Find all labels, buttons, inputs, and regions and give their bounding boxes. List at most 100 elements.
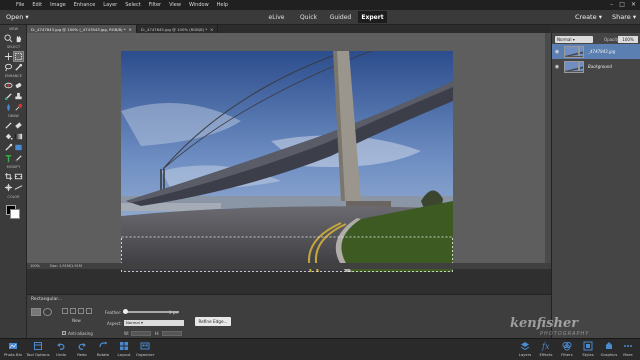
effects-icon: fx xyxy=(541,342,550,351)
paint-bucket-icon[interactable] xyxy=(4,132,13,141)
rect-marquee-option[interactable] xyxy=(31,308,41,316)
minimize-button[interactable]: – xyxy=(610,1,613,8)
menu-bar: File Edit Image Enhance Layer Select Fil… xyxy=(0,0,640,10)
menu-layer[interactable]: Layer xyxy=(103,2,117,8)
refine-edge-button[interactable]: Refine Edge... xyxy=(195,317,231,326)
crop-tool-icon[interactable] xyxy=(4,172,13,181)
blend-mode-select[interactable]: Normal ▾ xyxy=(555,36,593,43)
chevron-down-icon: ▾ xyxy=(632,13,637,21)
layer-thumbnail xyxy=(564,45,584,58)
brush-tool-icon[interactable] xyxy=(4,121,13,130)
blur-tool-icon[interactable] xyxy=(4,103,13,112)
group-label-modify: MODIFY xyxy=(6,165,21,169)
group-label-enhance: ENHANCE xyxy=(4,74,23,78)
close-icon[interactable]: ✕ xyxy=(129,27,132,32)
new-selection-icon[interactable] xyxy=(62,308,68,314)
maximize-button[interactable]: □ xyxy=(619,1,625,8)
hand-tool-icon[interactable] xyxy=(14,34,23,43)
watermark-logo: kenfisher xyxy=(510,316,579,331)
content-aware-move-icon[interactable] xyxy=(4,183,13,192)
menu-view[interactable]: View xyxy=(169,2,181,8)
color-picker-icon[interactable] xyxy=(4,143,13,152)
status-bar: 100% Doc: 1.91M/1.91M xyxy=(27,263,551,269)
tab-guided[interactable]: Guided xyxy=(326,11,355,23)
doc-tab-label: D:_4747843.jpg @ 100% (_4747843.jpg, RGB… xyxy=(31,26,126,32)
bridge-photo[interactable] xyxy=(121,51,453,272)
lasso-tool-icon[interactable] xyxy=(4,63,13,72)
rectangular-marquee-icon[interactable] xyxy=(13,51,24,62)
rotate-label: Rotate xyxy=(96,352,110,357)
chevron-down-icon: ▾ xyxy=(598,13,602,21)
more-icon xyxy=(624,345,632,347)
menu-window[interactable]: Window xyxy=(189,2,209,8)
menu-help[interactable]: Help xyxy=(217,2,228,8)
menu-enhance[interactable]: Enhance xyxy=(74,2,96,8)
create-button[interactable]: Create ▾ xyxy=(575,13,602,21)
aspect-select[interactable]: Normal ▾ xyxy=(124,320,184,326)
layer-row[interactable]: ◉ _4747843.jpg xyxy=(552,44,640,59)
menu-file[interactable]: File xyxy=(16,2,24,8)
sponge-tool-icon[interactable] xyxy=(14,103,23,112)
menu-select[interactable]: Select xyxy=(125,2,140,8)
background-color-swatch[interactable] xyxy=(10,209,20,219)
move-tool-icon[interactable] xyxy=(4,52,13,61)
close-icon[interactable]: ✕ xyxy=(210,27,213,32)
organizer-icon xyxy=(140,342,150,350)
spot-healing-icon[interactable] xyxy=(14,81,23,90)
straighten-tool-icon[interactable] xyxy=(14,183,23,192)
menu-edit[interactable]: Edit xyxy=(32,2,42,8)
quick-selection-icon[interactable] xyxy=(14,63,23,72)
feather-slider-handle[interactable] xyxy=(123,309,128,314)
graphics-icon xyxy=(606,342,612,349)
organizer-button[interactable]: Organizer xyxy=(133,341,157,357)
zoom-level[interactable]: 100% xyxy=(30,264,40,268)
clone-stamp-icon[interactable] xyxy=(14,92,23,101)
layer-row[interactable]: ◉ Background xyxy=(552,59,640,74)
menu-filter[interactable]: Filter xyxy=(149,2,161,8)
zoom-tool-icon[interactable] xyxy=(4,34,13,43)
layer-name: _4747843.jpg xyxy=(588,49,616,54)
tab-quick[interactable]: Quick xyxy=(294,11,323,23)
opacity-field[interactable]: 100% xyxy=(618,36,638,43)
more-button[interactable]: More xyxy=(616,341,640,357)
group-label-select: SELECT xyxy=(6,45,21,49)
share-button[interactable]: Share ▾ xyxy=(612,13,636,21)
eye-icon[interactable]: ◉ xyxy=(552,49,562,55)
anti-aliasing-checkbox[interactable] xyxy=(62,331,66,335)
open-button[interactable]: Open ▾ xyxy=(6,13,29,21)
doc-tab-2[interactable]: D:_4747845.jpg @ 100% (RGB/8) * ✕ xyxy=(137,25,219,33)
doc-tab-1[interactable]: D:_4747843.jpg @ 100% (_4747843.jpg, RGB… xyxy=(27,25,137,33)
open-label: Open xyxy=(6,13,24,21)
close-button[interactable]: ✕ xyxy=(631,1,636,8)
red-eye-icon[interactable] xyxy=(4,81,13,90)
feather-label: Feather: xyxy=(105,310,122,315)
menu-image[interactable]: Image xyxy=(50,2,66,8)
window-controls: – □ ✕ xyxy=(610,1,636,8)
shape-tool-icon[interactable] xyxy=(14,143,23,152)
intersect-selection-icon[interactable] xyxy=(86,308,92,314)
graphics-label: Graphics xyxy=(600,352,618,357)
tab-elive[interactable]: eLive xyxy=(262,11,291,23)
pencil-tool-icon[interactable] xyxy=(14,154,23,163)
tab-expert[interactable]: Expert xyxy=(358,11,387,23)
watermark-subtitle: PHOTOGRAPHY xyxy=(540,331,590,337)
eraser-tool-icon[interactable] xyxy=(14,121,23,130)
add-selection-icon[interactable] xyxy=(70,308,76,314)
canvas-area[interactable] xyxy=(27,33,551,272)
organizer-label: Organizer xyxy=(135,352,155,357)
feather-value: 0 px xyxy=(169,310,178,315)
tool-options-button[interactable]: Tool Options xyxy=(26,341,50,357)
subtract-selection-icon[interactable] xyxy=(78,308,84,314)
photo-bin-button[interactable]: Photo Bin xyxy=(1,341,25,357)
smart-brush-icon[interactable] xyxy=(4,92,13,101)
type-tool-icon[interactable] xyxy=(4,154,13,163)
eye-icon[interactable]: ◉ xyxy=(552,64,562,70)
ellipse-marquee-option[interactable] xyxy=(43,308,52,316)
height-field[interactable] xyxy=(162,331,182,336)
gradient-tool-icon[interactable] xyxy=(14,132,23,141)
layout-icon xyxy=(120,342,128,350)
group-label-draw: DRAW xyxy=(8,114,19,118)
width-field[interactable] xyxy=(131,331,151,336)
recompose-tool-icon[interactable] xyxy=(14,172,23,181)
tool-options-panel: Rectangular... New Anti-aliasing Feather… xyxy=(27,294,551,338)
